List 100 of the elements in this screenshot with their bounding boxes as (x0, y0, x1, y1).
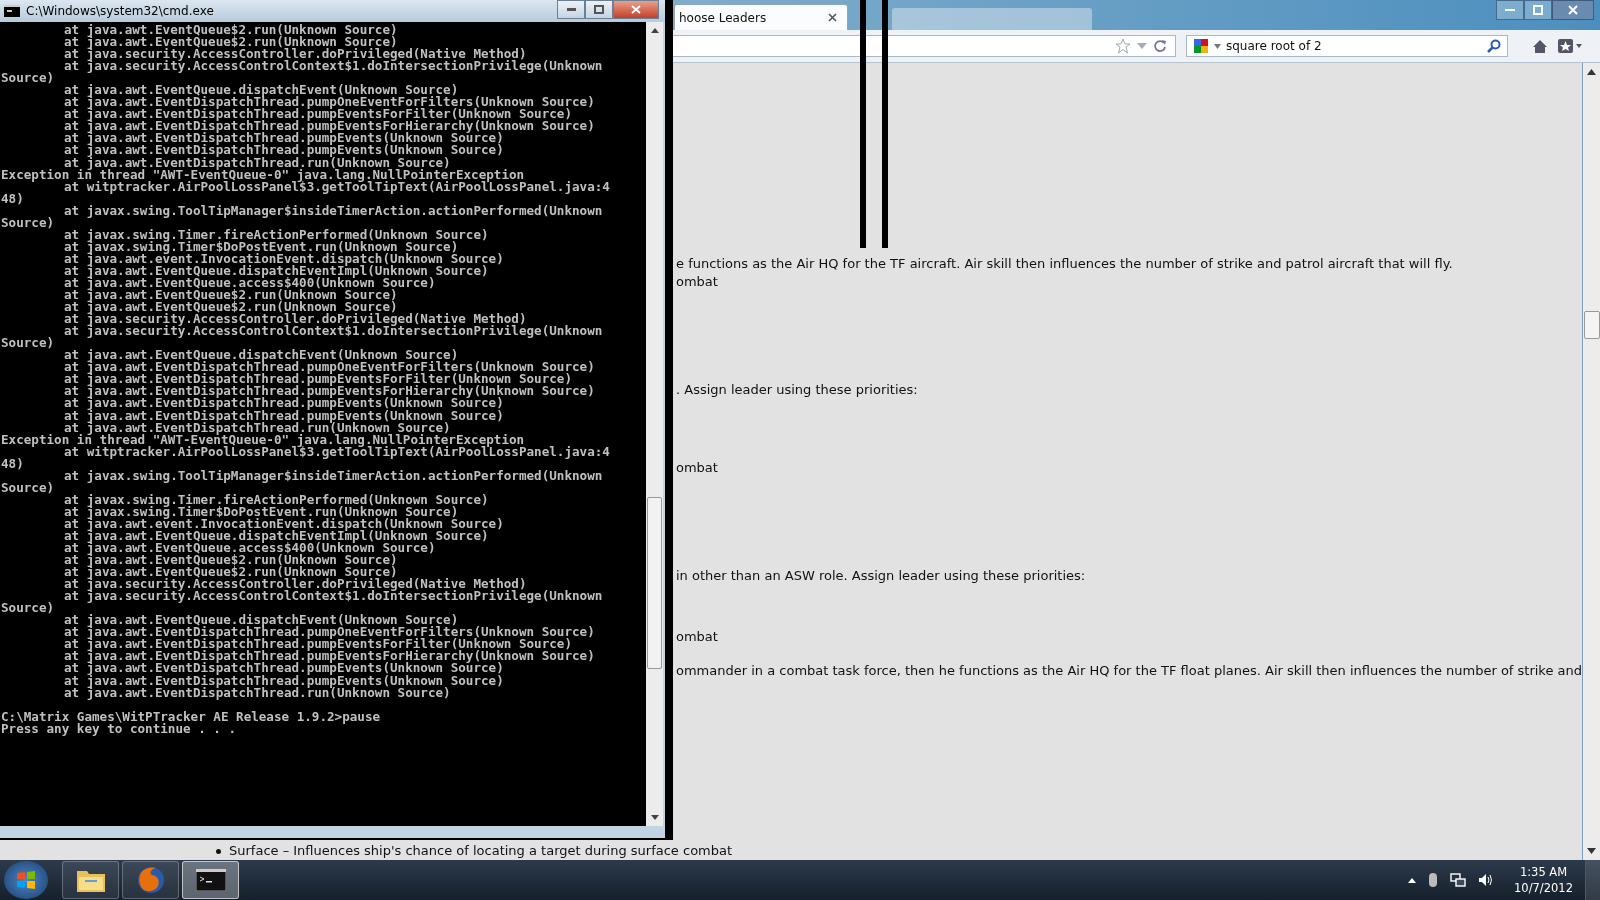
paragraph-text: ombat (676, 460, 718, 476)
console-line: at java.security.AccessController.doPrivileged(Native Method) (63, 578, 527, 591)
console-line: at java.awt.EventDispatchThread.pumpEventsForHierarchy(Unknown Source) (63, 650, 595, 663)
console-line: Source) (0, 72, 55, 85)
tab-title: hoose Leaders (679, 10, 768, 25)
start-button[interactable] (4, 861, 48, 899)
maximize-icon (594, 5, 604, 14)
maximize-button[interactable] (585, 0, 613, 19)
console-line: at java.awt.EventDispatchThread.pumpEventsForHierarchy(Unknown Source) (63, 385, 595, 398)
minimize-icon (566, 8, 576, 11)
search-text: square root of 2 (1226, 39, 1323, 53)
taskbar-app-button[interactable] (62, 861, 119, 899)
console-line: at javax.swing.Timer$DoPostEvent.run(Unknown Source) (63, 240, 459, 253)
scroll-down-icon[interactable] (650, 815, 659, 820)
network-icon[interactable] (1450, 873, 1467, 887)
search-icon[interactable] (1487, 39, 1501, 53)
console-line: at java.awt.EventDispatchThread.run(Unknown Source) (64, 421, 451, 434)
console-line: at java.awt.EventDispatchThread.pumpEventsForHierarchy(Unknown Source) (63, 120, 595, 133)
dropdown-icon[interactable] (1214, 43, 1221, 49)
scroll-up-icon[interactable] (650, 28, 659, 33)
taskbar-app-button[interactable] (182, 861, 239, 899)
console-line: at java.awt.EventDispatchThread.pumpEvents(Unknown Source) (63, 409, 504, 422)
console-line: at java.awt.EventDispatchThread.pumpEventsForFilter(Unknown Source) (63, 108, 572, 121)
console-line: 48) (0, 192, 24, 205)
console-line: at java.awt.event.InvocationEvent.dispatch(Unknown Source) (63, 517, 504, 530)
console-line: Source) (0, 337, 55, 350)
console-line: at java.awt.EventQueue.dispatchEvent(Unknown Source) (63, 84, 459, 97)
console-line: at java.awt.EventQueue.dispatchEvent(Unknown Source) (63, 614, 459, 627)
console-line: at java.awt.EventQueue$2.run(Unknown Source) (63, 289, 398, 302)
console-line: at java.awt.EventDispatchThread.pumpOneEventForFilters(Unknown Source) (63, 626, 595, 639)
console-line: at java.awt.EventDispatchThread.pumpEventsForFilter(Unknown Source) (63, 638, 572, 651)
console-line: at java.security.AccessControlContext$1.doIntersectionPrivilege(Unknown (63, 60, 603, 73)
minimize-button[interactable] (1496, 0, 1524, 20)
star-icon[interactable] (1115, 38, 1131, 54)
console-line: at java.security.AccessController.doPrivileged(Native Method) (63, 313, 527, 326)
device-icon[interactable] (1428, 872, 1439, 888)
show-hidden-icons-icon[interactable] (1408, 877, 1417, 883)
close-icon[interactable] (828, 13, 837, 22)
minimize-button[interactable] (557, 0, 585, 19)
scroll-thumb[interactable] (647, 497, 662, 669)
scroll-down-icon[interactable] (1587, 848, 1596, 854)
console-app-icon (4, 5, 20, 17)
scroll-thumb[interactable] (1583, 311, 1600, 339)
console-line: at java.awt.EventDispatchThread.pumpEvents(Unknown Source) (63, 674, 504, 687)
list-item-text: Surface – Influences ship's chance of locating a target during surface combat (229, 844, 733, 858)
console-line: at java.awt.EventDispatchThread.pumpEvents(Unknown Source) (63, 662, 504, 675)
close-button[interactable] (613, 0, 659, 19)
console-line: at java.awt.EventQueue.access$400(Unknown Source) (63, 277, 436, 290)
console-line: at java.awt.event.InvocationEvent.dispatch(Unknown Source) (63, 252, 504, 265)
console-line: at javax.swing.Timer$DoPostEvent.run(Unknown Source) (63, 505, 459, 518)
bullet-icon (216, 848, 221, 854)
console-line: at java.awt.EventDispatchThread.pumpEvents(Unknown Source) (63, 144, 504, 157)
paragraph-text: ombat (676, 274, 718, 290)
console-line: at java.awt.EventDispatchThread.run(Unknown Source) (63, 686, 451, 699)
globe-fox-icon (135, 865, 166, 895)
clock-time: 1:35 AM (1519, 864, 1568, 880)
console-line: at java.awt.EventQueue.dispatchEventImpl(Unknown Source) (63, 264, 489, 277)
console-line: at witptracker.AirPoolLossPanel$3.getToolTipText(AirPoolLossPanel.java:4 (64, 180, 610, 193)
console-line: C:\Matrix Games\WitPTracker AE Release 1.9.2>pause (0, 710, 381, 723)
close-icon (1568, 5, 1578, 15)
console-line: at javax.swing.ToolTipManager$insideTimerAction.actionPerformed(Unknown (63, 204, 603, 217)
maximize-button[interactable] (1524, 0, 1552, 20)
scrollbar[interactable] (1583, 63, 1600, 860)
paragraph-text: ommander in a combat task force, then he functions as the Air HQ for the TF float planes. Air skill then influences the number of strike and (676, 663, 1583, 679)
console-line: Source) (0, 216, 55, 229)
console-line: at java.awt.EventQueue.access$400(Unknown Source) (63, 542, 436, 555)
paragraph-text: ombat (676, 629, 718, 645)
console-line: Source) (0, 602, 55, 615)
scrollbar[interactable] (646, 22, 663, 826)
console-icon (195, 869, 226, 891)
console-line: at java.awt.EventQueue$2.run(Unknown Source) (63, 24, 398, 37)
console-line: at java.awt.EventDispatchThread.pumpEvents(Unknown Source) (63, 132, 504, 145)
search-field[interactable]: square root of 2 (1186, 35, 1508, 57)
minimize-icon (1505, 8, 1515, 12)
console-line: at java.security.AccessControlContext$1.doIntersectionPrivilege(Unknown (63, 325, 603, 338)
home-icon[interactable] (1532, 38, 1548, 54)
console-line: at javax.swing.Timer.fireActionPerformed(Unknown Source) (63, 228, 489, 241)
maximize-icon (1533, 5, 1543, 15)
paragraph-text: . Assign leader using these priorities: (676, 382, 918, 398)
console-line: at java.awt.EventQueue$2.run(Unknown Source) (63, 566, 398, 579)
console-line: at java.awt.EventQueue$2.run(Unknown Source) (63, 36, 398, 49)
close-button[interactable] (1552, 0, 1594, 20)
scroll-up-icon[interactable] (1587, 69, 1596, 75)
console-line: at java.awt.EventDispatchThread.run(Unknown Source) (64, 156, 451, 169)
console-line: at witptracker.AirPoolLossPanel$3.getToolTipText(AirPoolLossPanel.java:4 (64, 445, 610, 458)
console-line: at java.awt.EventDispatchThread.pumpEventsForFilter(Unknown Source) (63, 373, 572, 386)
paragraph-text: in other than an ASW role. Assign leader using these priorities: (676, 568, 1086, 584)
close-icon (631, 5, 641, 14)
search-engine-icon[interactable] (1193, 38, 1209, 54)
volume-icon[interactable] (1478, 873, 1495, 887)
reload-icon[interactable] (1153, 39, 1167, 53)
windows-flag-icon (16, 870, 36, 890)
console-line: Source) (0, 481, 55, 494)
clock[interactable]: 1:35 AM 10/7/2012 (1514, 864, 1573, 896)
console-line: at javax.swing.Timer.fireActionPerformed(Unknown Source) (63, 493, 489, 506)
browser-tab[interactable]: hoose Leaders (674, 4, 848, 30)
bookmarks-icon[interactable] (1558, 38, 1584, 54)
console-line: at javax.swing.ToolTipManager$insideTimerAction.actionPerformed(Unknown (63, 469, 603, 482)
console-line: at java.awt.EventQueue$2.run(Unknown Source) (63, 301, 398, 314)
console-line: at java.awt.EventQueue.dispatchEventImpl(Unknown Source) (63, 529, 489, 542)
